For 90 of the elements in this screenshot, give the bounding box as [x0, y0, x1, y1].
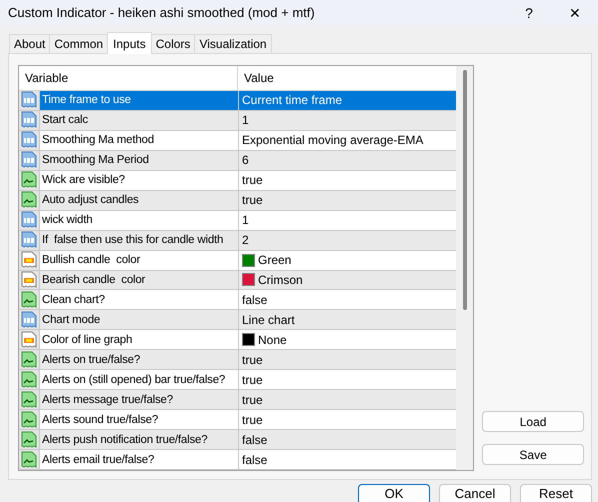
parameter-name: Bearish candle color [40, 270, 239, 290]
line-chart-parameter-icon [22, 192, 36, 208]
parameter-value: Green [258, 253, 292, 268]
parameter-name: Alerts push notification true/false? [40, 430, 239, 450]
parameter-row[interactable]: Alerts email true/false? false [19, 450, 456, 470]
parameter-value: 1 [242, 113, 249, 128]
parameter-row[interactable]: Alerts sound true/false? true [19, 410, 456, 430]
parameter-row[interactable]: Bearish candle color Crimson [19, 270, 456, 290]
parameter-value: 2 [242, 233, 249, 248]
parameter-row[interactable]: Smoothing Ma Period 6 [19, 150, 456, 171]
parameter-value: None [258, 332, 287, 347]
parameter-value: Current time frame [242, 93, 342, 108]
parameter-row[interactable]: Alerts on true/false? true [19, 350, 456, 370]
number-parameter-icon [22, 92, 36, 108]
line-chart-parameter-icon [22, 371, 36, 388]
parameter-value: true [242, 392, 263, 407]
window-title: Custom Indicator - heiken ashi smoothed (mod + mtf) [8, 5, 316, 20]
parameter-name: Alerts on (still opened) bar true/false? [40, 370, 239, 390]
parameter-row[interactable]: Start calc 1 [19, 110, 456, 131]
scrollbar-thumb[interactable] [462, 70, 467, 310]
parameter-value: true [242, 352, 263, 367]
parameter-value: 1 [242, 213, 249, 228]
parameter-row[interactable]: Alerts push notification true/false? false [19, 430, 456, 450]
number-parameter-icon [22, 152, 36, 168]
parameter-name: Alerts on true/false? [40, 350, 239, 370]
parameter-value: true [242, 412, 263, 427]
parameter-name: Smoothing Ma Period [40, 150, 239, 170]
parameter-value: true [242, 173, 263, 188]
tab[interactable]: About [9, 34, 50, 53]
parameter-row[interactable]: Bullish candle color Green [19, 250, 456, 271]
line-chart-parameter-icon [22, 351, 36, 368]
parameter-name: Alerts sound true/false? [40, 410, 239, 430]
parameter-row[interactable]: Alerts message true/false? true [19, 390, 456, 410]
line-chart-parameter-icon [22, 451, 36, 468]
side-button[interactable]: Save [482, 444, 584, 465]
number-parameter-icon [22, 212, 36, 228]
parameter-value: Exponential moving average-EMA [242, 133, 424, 148]
line-chart-parameter-icon [22, 391, 36, 408]
line-chart-parameter-icon [22, 172, 36, 188]
parameter-name: Alerts message true/false? [40, 390, 239, 410]
parameter-value: true [242, 372, 263, 387]
number-parameter-icon [22, 132, 36, 148]
color-parameter-icon [22, 252, 36, 268]
column-header: Variable [19, 66, 238, 90]
number-parameter-icon [22, 232, 36, 248]
parameter-name: Wick are visible? [40, 170, 239, 190]
dialog-button[interactable]: Reset [520, 484, 592, 502]
help-button[interactable]: ? [506, 0, 552, 25]
parameter-name: wick width [40, 210, 239, 230]
parameter-row[interactable]: Smoothing Ma method Exponential moving average-EMA [19, 130, 456, 151]
parameter-name: Time frame to use [40, 90, 239, 110]
parameter-value: Crimson [258, 272, 303, 287]
close-button[interactable]: ✕ [552, 0, 598, 25]
tab[interactable]: Inputs [107, 32, 152, 54]
parameter-value: false [242, 292, 268, 307]
parameter-row[interactable]: Time frame to use Current time frame [19, 90, 456, 111]
line-chart-parameter-icon [22, 431, 36, 448]
line-chart-parameter-icon [22, 291, 36, 308]
parameter-name: Smoothing Ma method [40, 130, 239, 150]
parameter-row[interactable]: Auto adjust candles true [19, 190, 456, 211]
dialog-button[interactable]: OK [358, 484, 430, 502]
parameter-value: false [242, 452, 268, 467]
parameter-row[interactable]: Clean chart? false [19, 290, 456, 310]
parameter-value: true [242, 193, 263, 208]
column-header: Value [243, 70, 274, 87]
number-parameter-icon [22, 311, 36, 328]
parameter-row[interactable]: Color of line graph None [19, 330, 456, 350]
color-parameter-icon [22, 331, 36, 348]
parameter-name: Color of line graph [40, 330, 239, 350]
parameter-value: false [242, 432, 268, 447]
parameter-value: 6 [242, 153, 249, 168]
parameter-row[interactable]: If false then use this for candle width 2 [19, 230, 456, 251]
dialog-button[interactable]: Cancel [439, 484, 511, 502]
parameter-name: Bullish candle color [40, 250, 239, 270]
tab[interactable]: Visualization [194, 34, 272, 53]
parameter-row[interactable]: Chart mode Line chart [19, 310, 456, 330]
parameter-name: Alerts email true/false? [40, 450, 239, 470]
line-chart-parameter-icon [22, 411, 36, 428]
parameter-value: Line chart [242, 312, 295, 327]
parameter-name: Auto adjust candles [40, 190, 239, 210]
parameter-name: If false then use this for candle width [40, 230, 239, 250]
side-button[interactable]: Load [482, 411, 584, 432]
color-parameter-icon [22, 271, 36, 288]
parameter-row[interactable]: Alerts on (still opened) bar true/false? true [19, 370, 456, 390]
parameter-name: Clean chart? [40, 290, 239, 310]
parameter-row[interactable]: Wick are visible? true [19, 170, 456, 191]
parameter-row[interactable]: wick width 1 [19, 210, 456, 231]
parameter-name: Chart mode [40, 310, 239, 330]
parameter-name: Start calc [40, 110, 239, 130]
number-parameter-icon [22, 112, 36, 128]
